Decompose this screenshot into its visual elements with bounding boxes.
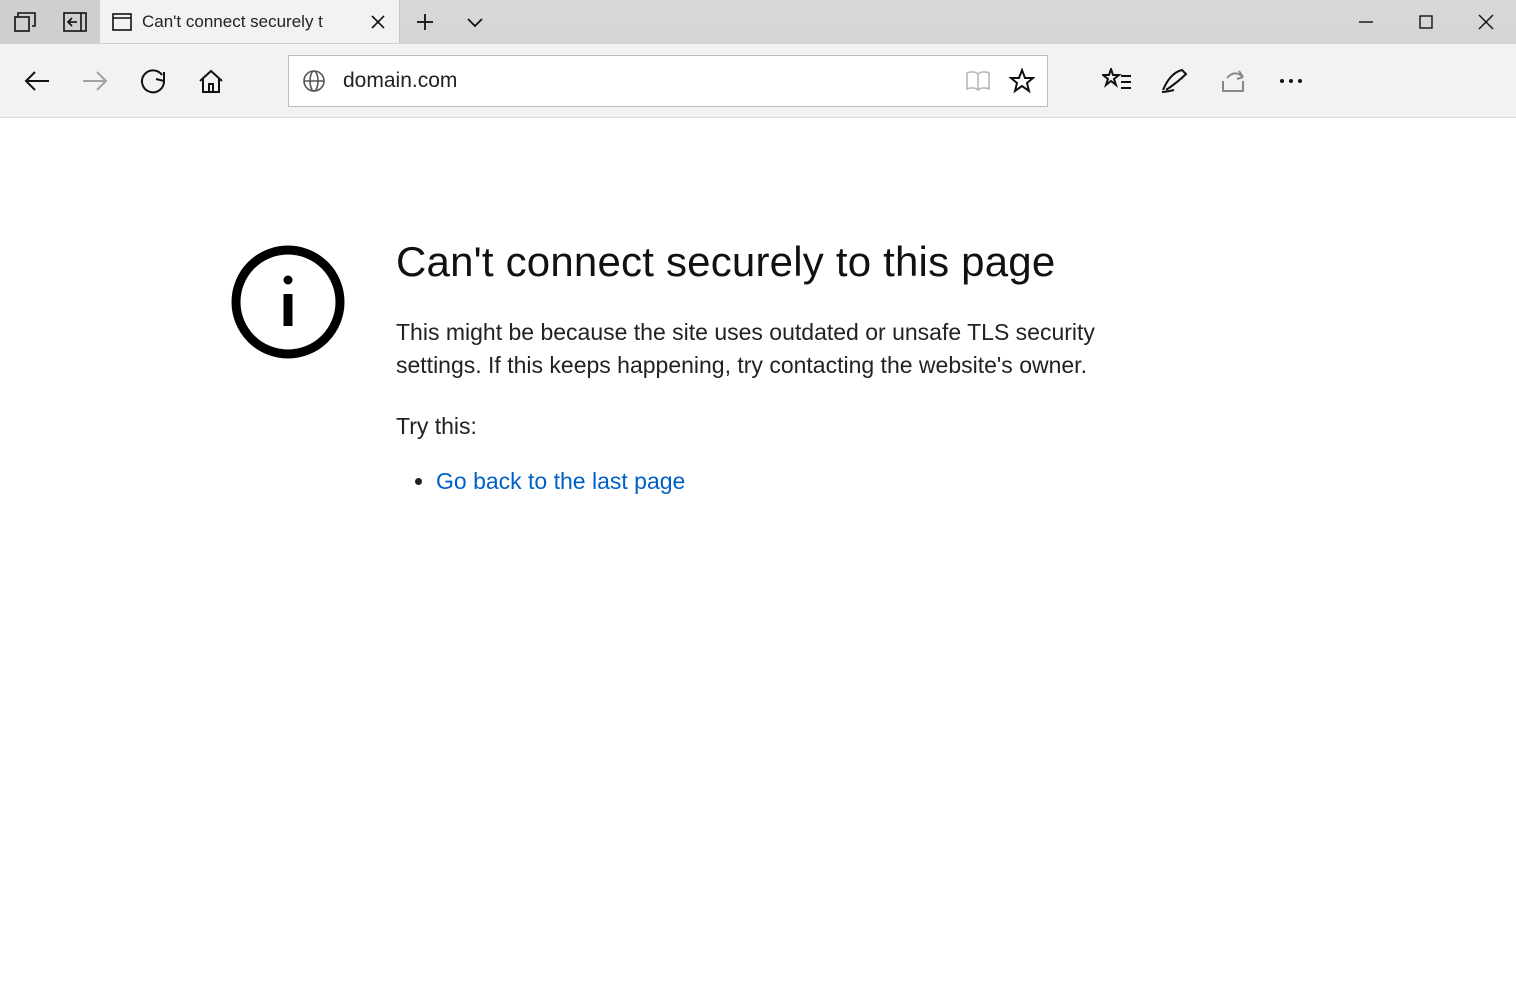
list-item: Go back to the last page	[436, 468, 1156, 495]
more-button[interactable]	[1262, 51, 1320, 111]
url-input[interactable]	[343, 69, 949, 93]
refresh-button[interactable]	[124, 51, 182, 111]
forward-button[interactable]	[66, 51, 124, 111]
window-controls	[1336, 0, 1516, 43]
set-aside-tabs-button[interactable]	[50, 0, 100, 44]
tabbar-actions	[400, 0, 500, 43]
minimize-button[interactable]	[1336, 0, 1396, 44]
error-title: Can't connect securely to this page	[396, 238, 1156, 286]
page-content: Can't connect securely to this page This…	[0, 118, 1516, 495]
close-tab-button[interactable]	[371, 15, 385, 29]
tab-title: Can't connect securely t	[142, 12, 361, 32]
home-button[interactable]	[182, 51, 240, 111]
toolbar	[0, 44, 1516, 118]
address-bar[interactable]	[288, 55, 1048, 107]
notes-button[interactable]	[1146, 51, 1204, 111]
error-block: Can't connect securely to this page This…	[396, 238, 1156, 495]
tab-preview-button[interactable]	[0, 0, 50, 44]
favorites-list-button[interactable]	[1088, 51, 1146, 111]
close-window-button[interactable]	[1456, 0, 1516, 44]
reading-view-icon[interactable]	[963, 70, 993, 92]
suggestion-list: Go back to the last page	[396, 468, 1156, 495]
tab-actions-dropdown[interactable]	[450, 0, 500, 44]
titlebar: Can't connect securely t	[0, 0, 1516, 44]
globe-icon	[299, 69, 329, 93]
info-icon	[230, 238, 346, 360]
favorite-star-icon[interactable]	[1007, 68, 1037, 94]
back-button[interactable]	[8, 51, 66, 111]
toolbar-right	[1088, 51, 1320, 111]
maximize-button[interactable]	[1396, 0, 1456, 44]
try-this-label: Try this:	[396, 413, 1156, 440]
share-button[interactable]	[1204, 51, 1262, 111]
new-tab-button[interactable]	[400, 0, 450, 44]
error-description: This might be because the site uses outd…	[396, 316, 1156, 383]
browser-tab[interactable]: Can't connect securely t	[100, 0, 400, 43]
go-back-link[interactable]: Go back to the last page	[436, 468, 685, 494]
titlebar-system-buttons	[0, 0, 100, 43]
page-icon	[112, 13, 132, 31]
